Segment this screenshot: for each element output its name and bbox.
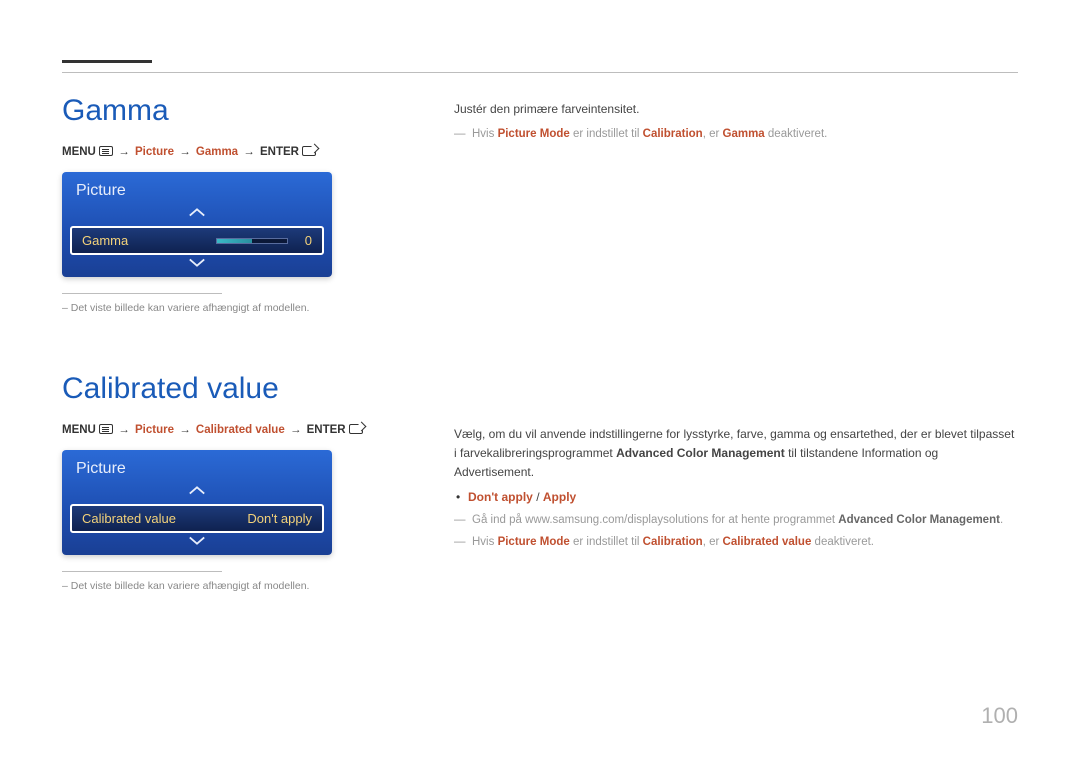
chevron-up-icon (188, 206, 206, 218)
header-accent-bar (62, 60, 152, 63)
option-apply: Apply (543, 490, 576, 504)
arrow-icon: → (116, 146, 132, 158)
text-frag: Hvis (472, 536, 498, 548)
gamma-note: Hvis Picture Mode er indstillet til Cali… (454, 125, 1018, 143)
calibration-ref: Calibration (643, 128, 703, 140)
footnote-divider (62, 293, 222, 294)
gamma-ref: Gamma (723, 128, 765, 140)
osd-panel-calibrated: Picture Calibrated value Don't apply (62, 450, 332, 555)
text-frag: er indstillet til (570, 536, 643, 548)
text-frag: . (1000, 514, 1003, 526)
osd-nav-down[interactable] (62, 533, 332, 555)
right-column: Justér den primære farveintensitet. Hvis… (442, 94, 1018, 634)
crumb-calibrated: Calibrated value (196, 424, 285, 436)
calibrated-description: Vælg, om du vil anvende indstillingerne … (454, 425, 1018, 483)
osd-nav-up[interactable] (62, 204, 332, 226)
manual-page: Gamma MENU → Picture → Gamma → ENTER Pic… (0, 0, 1080, 763)
osd-item-gamma[interactable]: Gamma 0 (70, 226, 324, 255)
osd-item-label: Gamma (82, 233, 128, 248)
arrow-icon: → (241, 146, 257, 158)
enter-icon (302, 146, 316, 156)
footnote-calibrated: – Det viste billede kan variere afhængig… (62, 580, 442, 592)
text-frag: Hvis (472, 128, 498, 140)
menu-icon (99, 146, 113, 156)
text-frag: Gå ind på www.samsung.com/displaysolutio… (472, 514, 838, 526)
acm-ref: Advanced Color Management (838, 514, 1000, 526)
crumb-menu-label: MENU (62, 146, 96, 158)
page-content: Gamma MENU → Picture → Gamma → ENTER Pic… (62, 94, 1018, 634)
calibrated-note-download: Gå ind på www.samsung.com/displaysolutio… (454, 511, 1018, 529)
gamma-description: Justér den primære farveintensitet. (454, 100, 1018, 119)
crumb-picture: Picture (135, 424, 174, 436)
osd-item-label: Calibrated value (82, 511, 176, 526)
crumb-menu-label: MENU (62, 424, 96, 436)
section-title-gamma: Gamma (62, 94, 442, 128)
arrow-icon: → (116, 424, 132, 436)
picture-mode-ref: Picture Mode (498, 536, 570, 548)
crumb-enter-label: ENTER (260, 146, 299, 158)
menu-icon (99, 424, 113, 434)
chevron-down-icon (188, 535, 206, 547)
picture-mode-ref: Picture Mode (498, 128, 570, 140)
arrow-icon: → (288, 424, 304, 436)
chevron-down-icon (188, 257, 206, 269)
option-dont-apply: Don't apply (468, 490, 533, 504)
footnote-gamma: – Det viste billede kan variere afhængig… (62, 302, 442, 314)
gamma-value: 0 (298, 233, 312, 248)
header-divider (62, 72, 1018, 73)
text-frag: deaktiveret. (811, 536, 874, 548)
osd-nav-up[interactable] (62, 482, 332, 504)
calibrated-options: Don't apply / Apply (454, 488, 1018, 507)
chevron-up-icon (188, 484, 206, 496)
osd-panel-gamma: Picture Gamma 0 (62, 172, 332, 277)
crumb-picture: Picture (135, 146, 174, 158)
crumb-enter-label: ENTER (307, 424, 346, 436)
osd-title: Picture (62, 172, 332, 204)
text-frag: , er (703, 128, 723, 140)
crumb-gamma: Gamma (196, 146, 238, 158)
enter-icon (349, 424, 363, 434)
osd-title: Picture (62, 450, 332, 482)
footnote-divider (62, 571, 222, 572)
calibrated-value-ref: Calibrated value (723, 536, 812, 548)
option-separator: / (533, 490, 543, 504)
calibration-ref: Calibration (643, 536, 703, 548)
arrow-icon: → (177, 146, 193, 158)
page-number: 100 (981, 703, 1018, 729)
breadcrumb-gamma: MENU → Picture → Gamma → ENTER (62, 146, 442, 158)
calibrated-note-mode: Hvis Picture Mode er indstillet til Cali… (454, 533, 1018, 551)
section-title-calibrated: Calibrated value (62, 372, 442, 406)
breadcrumb-calibrated: MENU → Picture → Calibrated value → ENTE… (62, 424, 442, 436)
text-frag: , er (703, 536, 723, 548)
left-column: Gamma MENU → Picture → Gamma → ENTER Pic… (62, 94, 442, 634)
acm-ref: Advanced Color Management (616, 446, 785, 460)
osd-item-calibrated[interactable]: Calibrated value Don't apply (70, 504, 324, 533)
text-frag: er indstillet til (570, 128, 643, 140)
gamma-slider[interactable] (216, 238, 288, 244)
text-frag: deaktiveret. (765, 128, 828, 140)
osd-nav-down[interactable] (62, 255, 332, 277)
calibrated-current-value: Don't apply (247, 511, 312, 526)
arrow-icon: → (177, 424, 193, 436)
